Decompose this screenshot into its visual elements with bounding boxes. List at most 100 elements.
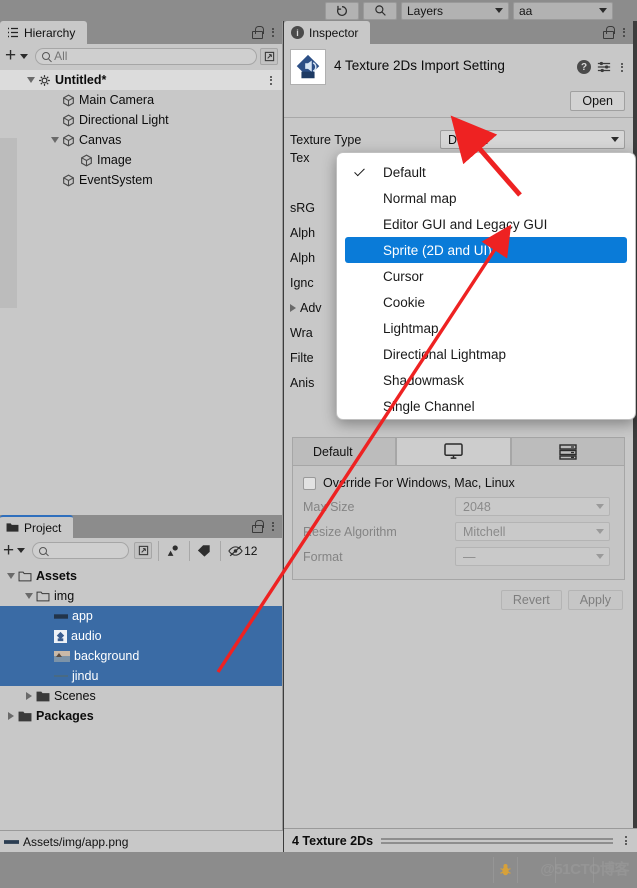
lock-icon[interactable]	[251, 520, 264, 533]
project-status-bar: Assets/img/app.png	[0, 830, 283, 852]
dropdown-option-lightmap[interactable]: Lightmap	[337, 315, 635, 341]
lock-icon[interactable]	[602, 26, 615, 39]
create-object-button[interactable]: +	[4, 46, 17, 65]
platform-tab-default[interactable]: Default	[292, 437, 396, 465]
hierarchy-search-input[interactable]	[54, 49, 250, 63]
revert-button[interactable]: Revert	[500, 590, 562, 610]
texture-type-dropdown-menu[interactable]: Default Normal map Editor GUI and Legacy G…	[336, 152, 636, 420]
hierarchy-icon	[8, 27, 18, 38]
project-item-label: background	[74, 649, 140, 663]
dropdown-option-default[interactable]: Default	[337, 159, 635, 185]
platform-row-dropdown[interactable]: Mitchell	[455, 522, 610, 541]
search-icon	[42, 52, 51, 60]
hierarchy-scene-label: Untitled*	[55, 73, 107, 87]
project-item-jindu[interactable]: jindu	[0, 666, 282, 686]
scene-icon	[39, 74, 50, 86]
platform-row-format: Format —	[299, 544, 618, 569]
project-item-label: Packages	[36, 709, 94, 723]
hierarchy-search-box[interactable]	[35, 47, 257, 65]
project-item-img[interactable]: img	[0, 586, 282, 606]
folder-icon	[18, 571, 32, 581]
dropdown-option-editor-gui-and-legacy-gui[interactable]: Editor GUI and Legacy GUI	[337, 211, 635, 237]
tab-project[interactable]: Project	[0, 515, 74, 538]
hierarchy-scene-row[interactable]: Untitled*	[0, 70, 282, 90]
hierarchy-item-image[interactable]: Image	[0, 150, 282, 170]
chevron-down-icon[interactable]	[48, 137, 62, 143]
chevron-down-icon	[611, 137, 619, 142]
hierarchy-item-label: Directional Light	[79, 113, 169, 127]
hierarchy-item-main-camera[interactable]: Main Camera	[0, 90, 282, 110]
hierarchy-expand-icon[interactable]	[260, 47, 278, 65]
hierarchy-menu-icon[interactable]	[268, 25, 278, 39]
chevron-down-icon[interactable]	[20, 53, 29, 59]
platform-tab-server-icon[interactable]	[510, 437, 625, 465]
gameobject-icon	[81, 153, 92, 167]
chevron-right-icon[interactable]	[22, 692, 36, 700]
chevron-right-icon[interactable]	[4, 712, 18, 720]
project-search-box[interactable]	[32, 542, 130, 559]
inspector-tab-actions	[602, 25, 629, 39]
dropdown-option-cookie[interactable]: Cookie	[337, 289, 635, 315]
project-search-input[interactable]	[51, 543, 123, 558]
bug-icon[interactable]	[493, 857, 517, 883]
project-item-app[interactable]: app	[0, 606, 282, 626]
hierarchy-item-directional-light[interactable]: Directional Light	[0, 110, 282, 130]
platform-row-dropdown[interactable]: —	[455, 547, 610, 566]
hierarchy-search-row: +	[0, 44, 282, 68]
project-item-assets[interactable]: Assets	[0, 566, 282, 586]
tab-inspector[interactable]: i Inspector	[284, 21, 371, 44]
platform-row-dropdown[interactable]: 2048	[455, 497, 610, 516]
info-icon: i	[291, 26, 304, 39]
tab-hierarchy[interactable]: Hierarchy	[0, 21, 88, 44]
platform-tab-desktop-icon[interactable]	[396, 437, 511, 465]
inspector-header-actions: ?	[577, 49, 627, 74]
preview-size-slider[interactable]	[381, 836, 613, 845]
override-row[interactable]: Override For Windows, Mac, Linux	[299, 472, 618, 494]
dropdown-option-shadowmask[interactable]: Shadowmask	[337, 367, 635, 393]
chevron-down-icon[interactable]	[17, 548, 26, 553]
chevron-down-icon[interactable]	[4, 573, 18, 579]
hidden-packages-toggle[interactable]: 12	[220, 540, 264, 561]
platform-row-value: —	[463, 549, 476, 564]
dropdown-option-single-channel[interactable]: Single Channel	[337, 393, 635, 419]
hierarchy-panel: Hierarchy + All Untitled* Main Camera Di…	[0, 21, 283, 515]
dropdown-option-sprite-2d-and-ui[interactable]: Sprite (2D and UI)	[345, 237, 627, 263]
inspector-menu-icon[interactable]	[619, 25, 629, 39]
hierarchy-item-eventsystem[interactable]: EventSystem	[0, 170, 282, 190]
search-icon[interactable]	[363, 1, 397, 20]
chevron-down-icon[interactable]	[22, 593, 36, 599]
dropdown-option-directional-lightmap[interactable]: Directional Lightmap	[337, 341, 635, 367]
project-item-packages[interactable]: Packages	[0, 706, 282, 726]
project-tree: Assets img app audio background jindu Scenes Pa…	[0, 563, 282, 726]
dropdown-option-normal-map[interactable]: Normal map	[337, 185, 635, 211]
texture-asset-icon	[54, 675, 68, 677]
project-item-audio[interactable]: audio	[0, 626, 282, 646]
platform-rows: Max Size 2048 Resize Algorithm Mitchell Form…	[299, 494, 618, 569]
hierarchy-item-canvas[interactable]: Canvas	[0, 130, 282, 150]
preset-icon[interactable]	[597, 60, 611, 74]
chevron-down-icon	[599, 8, 607, 13]
project-menu-icon[interactable]	[268, 519, 278, 533]
preview-menu-icon[interactable]	[621, 834, 631, 848]
inspector-tabbar: i Inspector	[284, 21, 633, 44]
dropdown-option-cursor[interactable]: Cursor	[337, 263, 635, 289]
filter-by-type-icon[interactable]	[158, 540, 187, 561]
layers-dropdown[interactable]: Layers	[401, 1, 509, 20]
open-button[interactable]: Open	[570, 91, 625, 111]
apply-button[interactable]: Apply	[567, 590, 623, 610]
override-checkbox[interactable]	[303, 476, 316, 490]
project-item-scenes[interactable]: Scenes	[0, 686, 282, 706]
filter-by-label-icon[interactable]	[189, 540, 218, 561]
hierarchy-scene-menu-icon[interactable]	[266, 73, 276, 87]
layers-dropdown-label: Layers	[407, 3, 444, 18]
history-icon[interactable]	[325, 1, 359, 20]
lock-icon[interactable]	[251, 26, 264, 39]
project-item-background[interactable]: background	[0, 646, 282, 666]
help-icon[interactable]: ?	[577, 60, 591, 74]
chevron-down-icon[interactable]	[24, 77, 38, 83]
layout-dropdown[interactable]: aa	[513, 1, 613, 20]
inspector-context-menu-icon[interactable]	[617, 60, 627, 74]
inspector-status-label: 4 Texture 2Ds	[292, 833, 374, 848]
project-expand-icon[interactable]	[134, 542, 153, 559]
project-create-button[interactable]: +	[2, 541, 15, 560]
